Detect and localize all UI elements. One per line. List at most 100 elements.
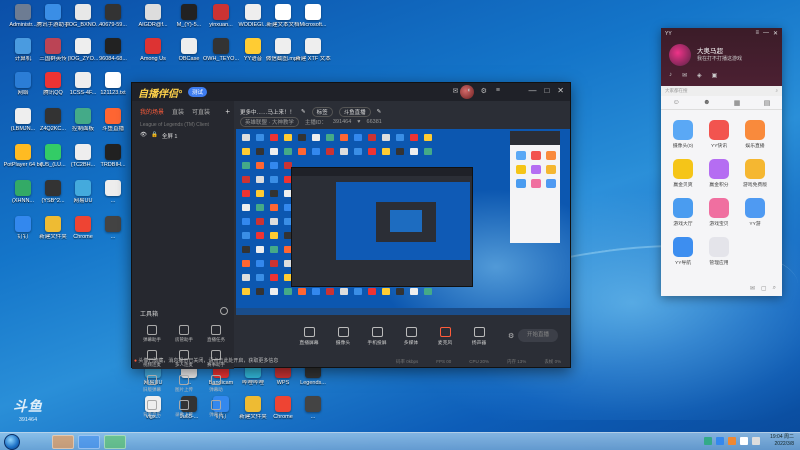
desktop-icon[interactable]: 40679-59... <box>92 4 134 40</box>
toolbox-more-icon[interactable] <box>220 307 228 315</box>
desktop-icon[interactable]: TRDBIH... <box>92 144 134 180</box>
taskbar-app-3[interactable] <box>104 435 126 449</box>
multimedia-button[interactable]: 多媒体 <box>398 326 424 346</box>
yy-app-tile[interactable]: YY快讯 <box>701 120 737 149</box>
speaker-button[interactable]: 扬声器 <box>466 326 492 346</box>
message-icon[interactable]: ✉ <box>453 87 459 95</box>
tool-label: 弹幕助 <box>209 387 223 392</box>
box-icon[interactable]: ▣ <box>712 72 718 79</box>
tab-available[interactable]: 可直装 <box>192 107 210 116</box>
taskbar-app-2[interactable] <box>78 435 100 449</box>
message-footer-icon[interactable]: ▢ <box>761 285 767 292</box>
tool-item[interactable]: 直播任务 <box>200 325 232 343</box>
scene-item[interactable]: 👁 🔒 全屏 1 <box>132 130 234 142</box>
desktop-icon[interactable]: 斗鱼直播 <box>92 108 134 144</box>
minimize-button[interactable]: — <box>528 86 536 95</box>
yy-menu-icon[interactable]: ≡ <box>755 30 759 37</box>
edit-platform-icon[interactable]: ✎ <box>377 109 382 115</box>
tool-icon <box>147 325 157 335</box>
desktop-icon[interactable]: ... <box>92 216 134 252</box>
network-icon[interactable] <box>752 437 760 445</box>
control-settings-icon[interactable]: ⚙ <box>508 332 514 340</box>
yy-app-icon <box>673 120 693 140</box>
start-button[interactable] <box>4 434 20 450</box>
menu-icon[interactable]: ≡ <box>496 87 500 95</box>
preview-icon <box>256 148 264 155</box>
desktop-icon-image <box>105 72 121 88</box>
yy-app-tile[interactable]: YY游 <box>737 198 773 227</box>
yy-app-tile[interactable]: 游戏宝贝 <box>701 198 737 227</box>
tool-item[interactable]: 弹幕助 <box>200 375 232 393</box>
tool-item[interactable]: 弹幕录 <box>200 400 232 418</box>
eye-icon[interactable]: 👁 <box>140 132 147 140</box>
camera-button[interactable]: 摄像头 <box>330 326 356 346</box>
yy-signature[interactable]: 我在打不打播这游戏 <box>697 55 742 62</box>
phone-cast-button[interactable]: 手机投屏 <box>364 326 390 346</box>
preview-icon <box>242 204 250 211</box>
desktop-icon[interactable]: 96084-68... <box>92 38 134 74</box>
maximize-button[interactable]: □ <box>544 86 549 95</box>
search-icon[interactable]: ⌕ <box>775 88 778 94</box>
yy-app-tile[interactable]: 赢金贝爽 <box>665 159 701 188</box>
skin-icon[interactable]: ◐ <box>467 87 471 95</box>
screen-share-button[interactable]: 直播屏幕 <box>296 326 322 346</box>
stream-tag[interactable]: 标签 <box>311 107 333 117</box>
stream-title[interactable]: 更多中……马上来！！ <box>240 108 295 116</box>
lock-icon[interactable]: 🔒 <box>151 132 158 140</box>
yy-app-tile[interactable]: 娱乐直播 <box>737 120 773 149</box>
tool-item[interactable]: 弹幕助手 <box>136 325 168 343</box>
desktop-icon[interactable]: ... <box>292 396 334 432</box>
yy-app-tile[interactable]: 摄像头(0) <box>665 120 701 149</box>
tray-icon-1[interactable] <box>704 437 712 445</box>
tool-item[interactable]: 背景音乐 <box>136 400 168 418</box>
yy-app-tile[interactable]: 游戏免费版 <box>737 159 773 188</box>
mic-icon[interactable]: ♪ <box>669 72 672 79</box>
tray-icon-3[interactable] <box>728 437 736 445</box>
tray-icon-2[interactable] <box>716 437 724 445</box>
yy-app-tile[interactable]: YY导航 <box>665 237 701 266</box>
version-badge[interactable]: 测试 <box>188 87 208 97</box>
groups-icon[interactable]: ☻ <box>703 99 710 106</box>
stream-preview[interactable] <box>236 129 570 315</box>
tool-item[interactable]: 录像上传 <box>168 400 200 418</box>
yy-minimize-button[interactable]: — <box>763 30 769 37</box>
tab-my-scenes[interactable]: 我的场景 <box>140 107 164 116</box>
desktop-icon-image <box>145 38 161 54</box>
volume-icon[interactable] <box>740 437 748 445</box>
start-stream-button[interactable]: 开始直播 <box>518 329 558 342</box>
add-scene-button[interactable]: + <box>225 107 230 116</box>
yy-app-tile[interactable]: 管理应用 <box>701 237 737 266</box>
desktop-icon[interactable]: 121123.txt <box>92 72 134 108</box>
close-button[interactable]: ✕ <box>557 86 564 95</box>
app-title-bar[interactable]: 自播伴侣° 测试 ✉ ◐ ⚙ ≡ — □ ✕ <box>132 83 570 101</box>
search-footer-icon[interactable]: ⌕ <box>773 285 776 292</box>
tool-item[interactable]: 旧版弹幕 <box>136 375 168 393</box>
tool-item[interactable]: 房管助手 <box>168 325 200 343</box>
contacts-icon[interactable]: ☺ <box>673 99 680 106</box>
yy-app-label: 赢金贝爽 <box>673 183 693 188</box>
clock[interactable]: 19:04 周二 2022/3/8 <box>770 434 794 448</box>
channels-icon[interactable]: ▦ <box>734 99 741 107</box>
yy-app-tile[interactable]: 赢金积分 <box>701 159 737 188</box>
microphone-button[interactable]: 麦克风 <box>432 326 458 346</box>
tab-direct[interactable]: 直装 <box>172 107 184 116</box>
mail-footer-icon[interactable]: ✉ <box>750 285 755 292</box>
yy-app-tile[interactable]: 游戏大厅 <box>665 198 701 227</box>
preview-icon <box>410 134 418 141</box>
stream-category[interactable]: 英雄联盟 · 大神教学 <box>240 117 299 127</box>
apps-icon[interactable]: ▤ <box>764 99 771 107</box>
edit-title-icon[interactable]: ✎ <box>301 109 306 115</box>
yy-close-button[interactable]: ✕ <box>773 30 778 37</box>
taskbar-app-1[interactable] <box>52 435 74 449</box>
mail-icon[interactable]: ✉ <box>682 72 687 79</box>
settings-icon[interactable]: ⚙ <box>481 87 487 95</box>
skin-icon[interactable]: ◈ <box>697 72 702 79</box>
stream-platform-tab[interactable]: 斗鱼直播 <box>338 107 371 117</box>
desktop-icon[interactable]: 新建 XTF 文本 <box>292 38 334 74</box>
desktop-icon[interactable]: Microsoft... <box>292 4 334 40</box>
yy-avatar[interactable] <box>669 44 691 66</box>
yy-search[interactable]: 大家都在搜 ⌕ <box>661 86 782 96</box>
tool-item[interactable]: 图片上传 <box>168 375 200 393</box>
desktop-icon[interactable]: ... <box>92 180 134 216</box>
scene-panel: 我的场景 直装 可直装 + League of Legends (TM) Cli… <box>132 101 278 417</box>
